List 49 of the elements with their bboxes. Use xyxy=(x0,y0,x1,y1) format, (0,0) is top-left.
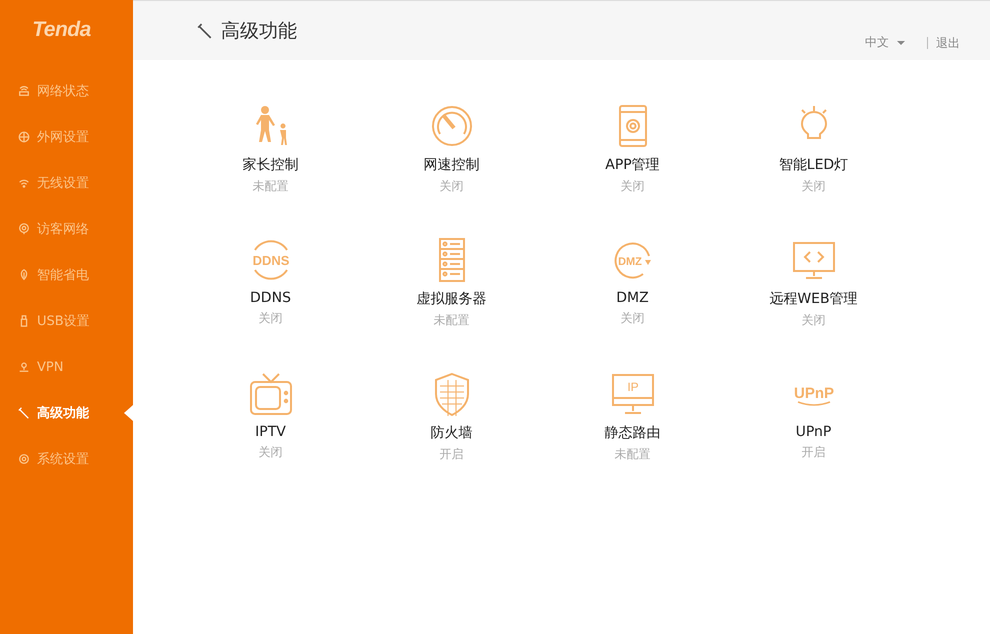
feature-name: APP管理 xyxy=(605,156,660,174)
feature-tile[interactable]: APP管理 关闭 xyxy=(542,104,723,238)
feature-tile[interactable]: 防火墙 开启 xyxy=(361,372,542,506)
feature-status: 关闭 xyxy=(620,310,644,327)
feature-tile[interactable]: 网速控制 关闭 xyxy=(361,104,542,238)
page-title: 高级功能 xyxy=(221,18,297,44)
feature-name: 远程WEB管理 xyxy=(769,290,858,308)
feature-name: UPnP xyxy=(796,424,832,440)
feature-tile[interactable]: DMZ DMZ 关闭 xyxy=(542,238,723,372)
feature-tile[interactable]: 家长控制 未配置 xyxy=(180,104,361,238)
feature-status: 关闭 xyxy=(802,178,826,195)
feature-tile[interactable]: 远程WEB管理 关闭 xyxy=(723,238,904,372)
router-icon xyxy=(18,84,30,98)
feature-status: 关闭 xyxy=(440,178,464,195)
tv-icon xyxy=(248,372,292,416)
usb-icon xyxy=(18,314,30,328)
feature-tile[interactable]: 智能LED灯 关闭 xyxy=(723,104,904,238)
logo: Tenda xyxy=(32,18,91,42)
feature-status: 开启 xyxy=(802,444,826,461)
feature-name: 防火墙 xyxy=(430,424,472,442)
feature-name: 智能LED灯 xyxy=(778,156,848,174)
feature-tile[interactable]: DDNS DDNS 关闭 xyxy=(180,238,361,372)
feature-name: 虚拟服务器 xyxy=(416,290,486,308)
feature-status: 关闭 xyxy=(258,310,282,327)
globe-icon xyxy=(18,130,30,144)
wrench-icon xyxy=(197,22,213,38)
feature-status: 关闭 xyxy=(802,312,826,329)
feature-name: DMZ xyxy=(616,290,649,306)
speedometer-icon xyxy=(430,104,474,148)
feature-tile[interactable]: 虚拟服务器 未配置 xyxy=(361,238,542,372)
feature-name: 家长控制 xyxy=(242,156,298,174)
feature-status: 关闭 xyxy=(258,444,282,461)
feature-name: DDNS xyxy=(250,290,291,306)
feature-tile[interactable]: IPTV 关闭 xyxy=(180,372,361,506)
feature-name: 网速控制 xyxy=(424,156,480,174)
feature-name: 静态路由 xyxy=(604,424,660,442)
feature-tile[interactable]: UPnP UPnP 开启 xyxy=(723,372,904,506)
feature-tile[interactable]: IP 静态路由 未配置 xyxy=(542,372,723,506)
gear-icon xyxy=(18,452,30,466)
leaf-icon xyxy=(18,268,30,282)
feature-status: 开启 xyxy=(440,446,464,463)
caret-icon xyxy=(897,40,905,44)
feature-status: 未配置 xyxy=(614,446,650,463)
wrench-icon xyxy=(18,406,30,420)
feature-status: 未配置 xyxy=(434,312,470,329)
feature-status: 未配置 xyxy=(252,178,288,195)
person-icon xyxy=(18,360,30,374)
feature-status: 关闭 xyxy=(620,178,644,195)
feature-name: IPTV xyxy=(255,424,286,440)
